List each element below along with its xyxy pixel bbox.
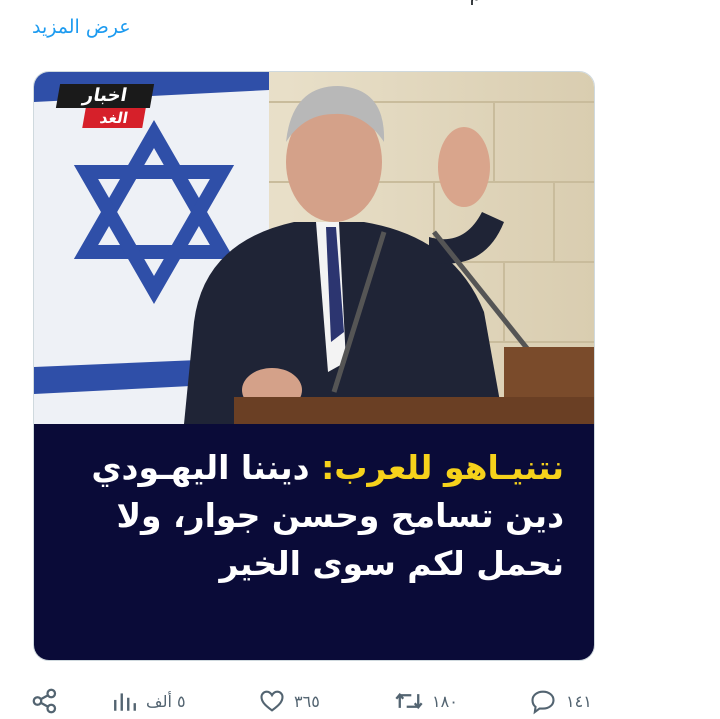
caption-panel: نتنيـاهو للعرب: ديننا اليهـودي دين تسامح…: [34, 424, 594, 660]
retweets-count: ١٨٠: [432, 691, 458, 711]
views-icon: [114, 693, 136, 711]
likes-count: ٣٦٥: [294, 691, 320, 711]
reply-icon: [531, 690, 555, 715]
views-button[interactable]: ٥ ألف: [112, 684, 186, 718]
brand-line-1: اخبار: [55, 84, 155, 108]
speaker-photo: اخبار الغد: [34, 72, 594, 424]
like-icon: [260, 690, 284, 712]
like-button[interactable]: ٣٦٥: [258, 684, 320, 718]
post-media-image[interactable]: اخبار الغد نتنيـاهو للعرب: ديننا اليهـود…: [33, 71, 595, 661]
share-button[interactable]: [30, 684, 60, 718]
share-icon: [32, 688, 57, 714]
image-caption: نتنيـاهو للعرب: ديننا اليهـودي دين تسامح…: [54, 444, 564, 588]
tweet-action-bar: ٥ ألف ٣٦٥ ١٨٠ ١٤١: [30, 684, 610, 718]
caption-highlight: نتنيـاهو للعرب:: [321, 448, 564, 487]
retweet-button[interactable]: ١٨٠: [394, 684, 458, 718]
reply-button[interactable]: ١٤١: [528, 684, 592, 718]
replies-count: ١٤١: [566, 691, 592, 711]
show-more-link[interactable]: عرض المزيد: [32, 16, 131, 38]
brand-line-2: الغد: [82, 108, 146, 128]
previous-text-fragment: م: [470, 0, 481, 6]
views-count: ٥ ألف: [146, 691, 186, 711]
retweet-icon: [395, 692, 423, 710]
news-brand-logo: اخبار الغد: [55, 84, 155, 132]
